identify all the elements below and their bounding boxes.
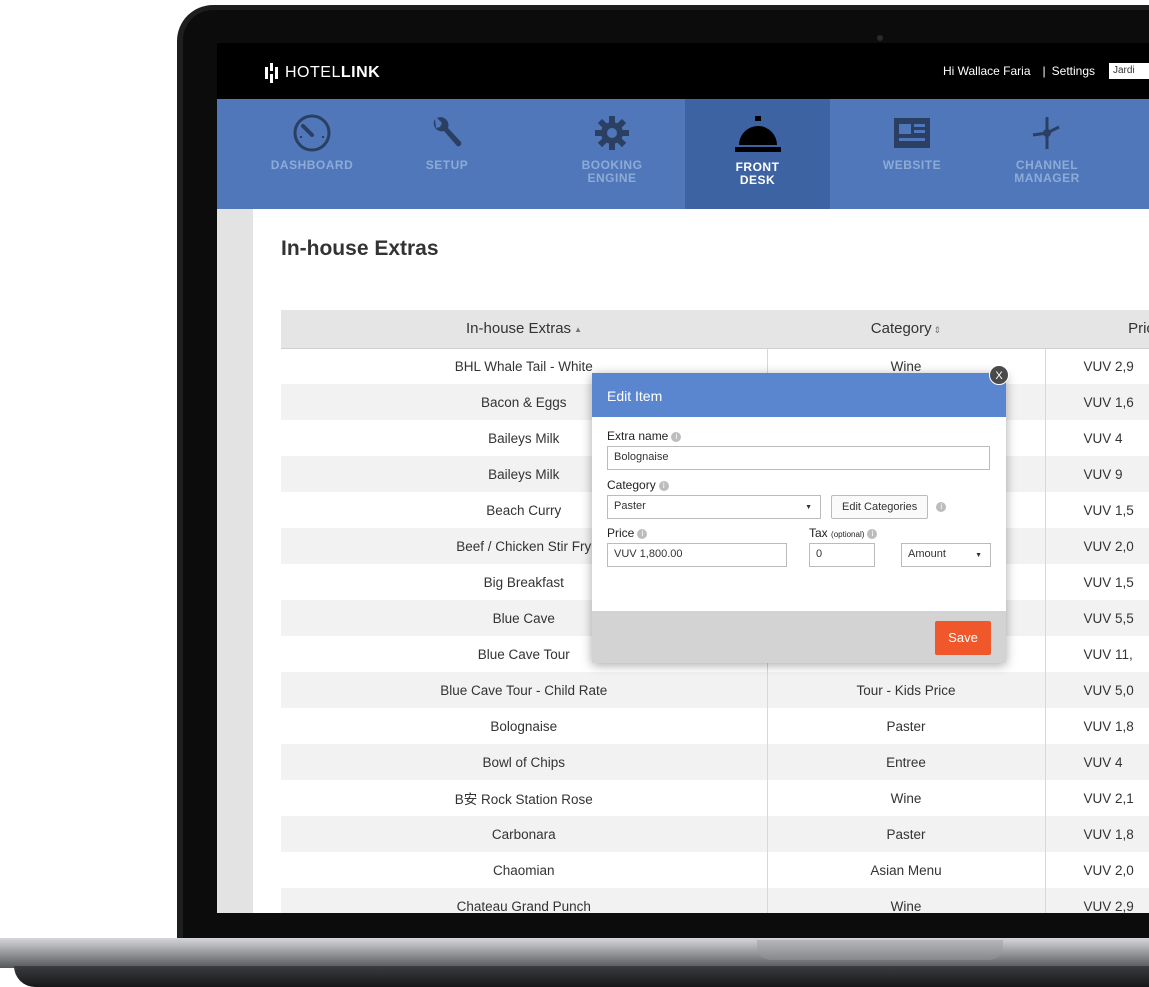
brand-name: HOTELLINK [285,64,381,81]
cell-price: VUV 1,8 [1083,718,1134,734]
table-row[interactable]: B安 Rock Station Rose Wine VUV 2,1 [281,780,1149,816]
cell-name: Chateau Grand Punch [281,888,768,913]
webpage-icon [894,118,930,148]
cell-name: Bolognaise [281,708,768,744]
info-icon[interactable]: i [867,528,878,539]
table-row[interactable]: Chateau Grand Punch Wine VUV 2,9 [281,888,1149,913]
tax-type-select[interactable]: Amount ▼ [901,543,991,567]
page-title: In-house Extras [281,237,439,260]
nav-setup[interactable]: SETUP [407,99,487,209]
cell-price: VUV 5,5 [1045,600,1149,636]
wrench-icon [433,117,462,147]
cell-category: Tour - Kids Price [767,672,1046,708]
settings-link[interactable]: Settings [1052,64,1095,78]
edit-item-modal: Edit Item X Extra name i Bolognaise Categ… [592,365,1009,663]
cell-price: VUV 4 [1045,744,1149,780]
nav-website[interactable]: WEBSITE [867,99,957,209]
nav-booking-engine[interactable]: BOOKING ENGINE [567,99,657,209]
cell-name: Bowl of Chips [281,744,768,780]
info-icon[interactable]: i [637,528,648,539]
table-row[interactable]: Blue Cave Tour - Child Rate Tour - Kids P… [281,672,1149,708]
cell-name: Chaomian [281,852,768,888]
cell-price: VUV 2,9 [1045,888,1149,913]
info-icon[interactable]: i [936,502,947,512]
cell-price: VUV 1,5 [1083,574,1134,590]
category-select[interactable]: Paster ▼ [607,495,821,519]
table-row[interactable]: Bowl of Chips Entree VUV 4 [281,744,1149,780]
main-nav: DASHBOARD SETUP BOOKING ENGINE FRONT DES… [217,99,1149,215]
table-row[interactable]: Chaomian Asian Menu VUV 2,0 [281,852,1149,888]
info-icon[interactable]: i [671,431,682,442]
sort-icon: ⇕ [933,325,942,336]
separator: | [1042,64,1046,78]
hotellink-logo-icon [265,63,279,83]
table-row[interactable]: Bolognaise Paster VUV 1,8 [281,708,1149,744]
chevron-down-icon: ▼ [805,504,812,511]
modal-title: Edit Item [607,388,663,404]
top-bar: HOTELLINK Hi Wallace Faria | Settings Ja… [217,43,1149,99]
header-category[interactable]: Category ⇕ [767,310,1045,349]
table-row[interactable]: Carbonara Paster VUV 1,8 [281,816,1149,852]
gear-icon [595,116,629,150]
app-screen: HOTELLINK Hi Wallace Faria | Settings Ja… [217,43,1149,913]
save-button[interactable]: Save [935,621,991,655]
speedometer-icon [293,114,331,152]
nav-front-desk[interactable]: FRONT DESK [685,99,830,215]
cell-category: Entree [767,744,1046,780]
cell-name: Blue Cave Tour - Child Rate [281,672,768,708]
cell-price: VUV 5,0 [1045,672,1149,708]
price-label: Price i [607,526,809,540]
edit-categories-button[interactable]: Edit Categories [831,495,929,519]
header-extras[interactable]: In-house Extras ▲ [281,310,767,349]
cell-price: VUV 4 [1083,430,1123,446]
cell-price: VUV 9 [1045,456,1149,492]
cell-price: VUV 1,8 [1045,816,1149,852]
cell-category: Paster [767,708,1046,744]
user-greeting: Hi Wallace Faria [942,64,1031,78]
tax-input[interactable]: 0 [809,543,875,567]
tax-label: Tax (optional) i [809,526,991,540]
modal-body: Extra name i Bolognaise Category i Paster ▼… [592,417,1006,611]
cell-price: VUV 11, [1083,646,1133,662]
nav-dashboard[interactable]: DASHBOARD [257,99,367,209]
table-header-row: In-house Extras▲ Category⇕ Pric [281,310,1149,349]
laptop-notch [757,940,1003,960]
cell-price: VUV 2,1 [1083,790,1134,806]
hotellink-logo[interactable]: HOTELLINK [265,63,380,83]
chevron-down-icon: ▼ [975,552,982,559]
category-label: Category i [607,478,991,492]
info-icon[interactable]: i [658,480,669,491]
cell-category: Wine [767,888,1046,913]
left-gutter [217,209,253,913]
header-price[interactable]: Pric [1045,310,1149,349]
cell-price: VUV 1,5 [1083,502,1134,518]
cell-category: Paster [767,816,1046,852]
extra-name-label: Extra name i [607,429,991,443]
extra-name-input[interactable]: Bolognaise [607,446,990,470]
service-bell-icon [734,116,781,152]
cell-name: Carbonara [281,816,768,852]
modal-header: Edit Item [592,373,1006,417]
price-input[interactable]: VUV 1,800.00 [607,543,787,567]
user-area: Hi Wallace Faria | Settings Jardi [943,63,1149,79]
sort-asc-icon: ▲ [574,324,582,334]
cell-category: Asian Menu [767,852,1046,888]
cell-price: VUV 2,0 [1083,862,1134,878]
network-icon [1032,117,1060,149]
cell-price: VUV 2,9 [1083,358,1134,374]
cell-name: B安 Rock Station Rose [281,780,768,816]
modal-footer: Save [592,611,1006,663]
cell-price: VUV 1,6 [1045,384,1149,420]
laptop-base-lower [14,966,1149,987]
cell-price: VUV 2,0 [1045,528,1149,564]
cell-category: Wine [767,780,1046,816]
property-select[interactable]: Jardi [1109,63,1149,79]
camera-dot [877,35,883,41]
nav-channel-manager[interactable]: CHANNEL MANAGER [997,99,1097,209]
close-icon[interactable]: X [989,365,1009,385]
